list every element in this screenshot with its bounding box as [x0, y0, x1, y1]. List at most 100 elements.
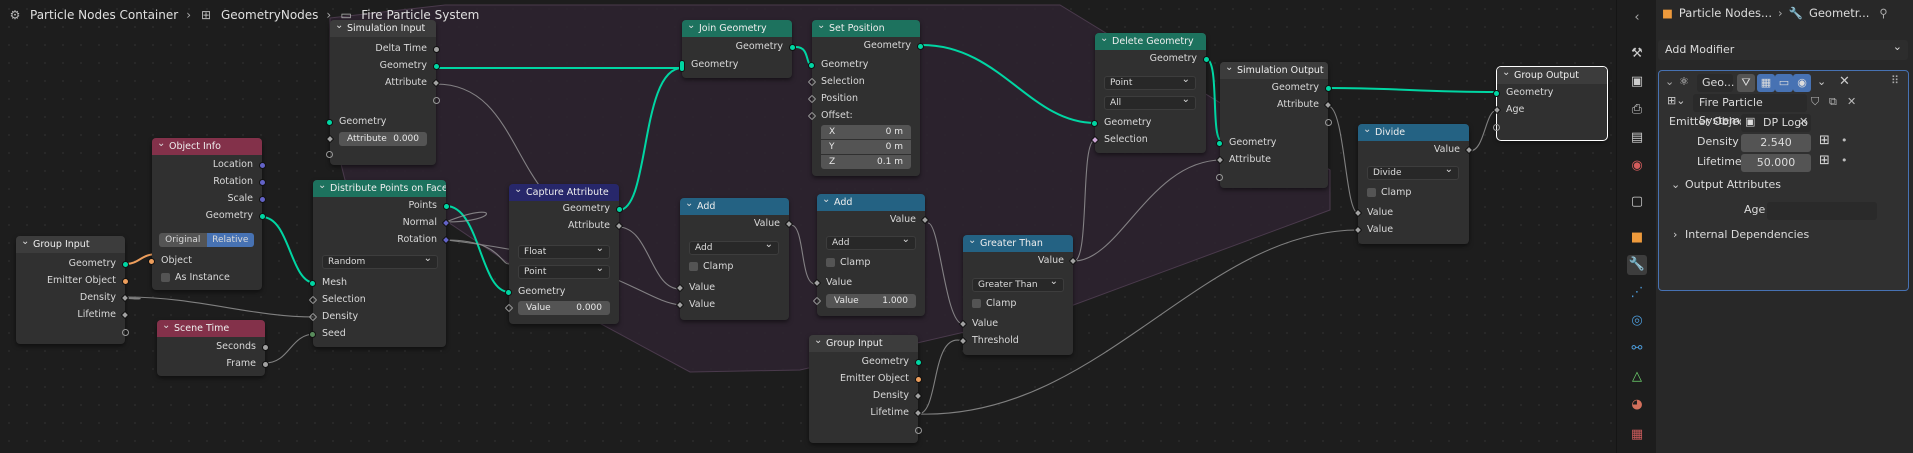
- clamp-checkbox[interactable]: Clamp: [689, 260, 733, 274]
- node-group-input[interactable]: Group Input Geometry Emitter Object Dens…: [16, 236, 130, 344]
- node-math-add-2[interactable]: Add Value Add Clamp Value Value 1.000: [812, 194, 930, 316]
- offset-z-field[interactable]: Z 0.1 m: [821, 155, 911, 169]
- node-delete-geometry[interactable]: Delete Geometry Geometry Point All Geome…: [1090, 33, 1210, 153]
- collection-tab-icon[interactable]: ▢: [1627, 192, 1647, 212]
- node-math-greater-than[interactable]: Greater Than Value Greater Than Clamp Va…: [958, 235, 1078, 355]
- tool-tab-icon[interactable]: ⚒: [1627, 44, 1647, 64]
- drag-handle-icon[interactable]: ⠿: [1891, 74, 1899, 87]
- node-set-position[interactable]: Set Position Geometry Geometry Selection…: [807, 20, 924, 176]
- fake-user-icon[interactable]: ⛉: [1811, 95, 1819, 109]
- particles-tab-icon[interactable]: ⋰: [1627, 283, 1647, 303]
- node-capture-attribute[interactable]: Capture Attribute Geometry Attribute Flo…: [504, 184, 624, 324]
- node-group-field[interactable]: Fire Particle System: [1693, 94, 1807, 127]
- modifier-tab-icon[interactable]: 🔧: [1627, 255, 1647, 275]
- clear-icon[interactable]: ✕: [1799, 115, 1808, 128]
- capture-value-field[interactable]: Value 0.000: [518, 301, 610, 315]
- output-socket[interactable]: [789, 44, 796, 51]
- output-socket[interactable]: [122, 261, 129, 268]
- node-math-divide[interactable]: Divide Value Divide Clamp Value Value: [1353, 124, 1474, 244]
- clamp-checkbox[interactable]: Clamp: [1367, 186, 1411, 200]
- clamp-checkbox[interactable]: Clamp: [826, 256, 870, 270]
- close-icon[interactable]: ✕: [1839, 74, 1850, 89]
- offset-y-field[interactable]: Y 0 m: [821, 140, 911, 154]
- scene-tab-icon[interactable]: ◉: [1627, 156, 1647, 176]
- domain-dropdown[interactable]: Point: [518, 263, 610, 279]
- node-simulation-output[interactable]: Simulation Output Geometry Attribute Geo…: [1215, 62, 1333, 188]
- output-socket[interactable]: [259, 179, 266, 186]
- attribute-field[interactable]: Attribute 0.000: [339, 132, 427, 146]
- input-socket[interactable]: [309, 331, 316, 338]
- breadcrumb-object[interactable]: Particle Nodes...: [1679, 6, 1772, 20]
- output-socket[interactable]: [262, 344, 269, 351]
- output-attributes-header[interactable]: Output Attributes: [1685, 178, 1781, 191]
- operation-dropdown[interactable]: Add: [689, 239, 779, 255]
- input-socket[interactable]: [148, 258, 155, 265]
- material-tab-icon[interactable]: ◕: [1627, 395, 1647, 415]
- chevron-down-icon[interactable]: ⌄: [1671, 178, 1680, 191]
- output-socket[interactable]: [433, 63, 440, 70]
- render-icon[interactable]: ◉: [1793, 74, 1811, 92]
- modifier-name-field[interactable]: Geo...: [1697, 74, 1734, 92]
- viewport-icon[interactable]: ▭: [1775, 74, 1793, 92]
- collapse-arrow-icon[interactable]: ‹: [1627, 8, 1647, 28]
- node-join-geometry[interactable]: Join Geometry Geometry Geometry: [679, 20, 796, 78]
- input-socket[interactable]: [808, 62, 815, 69]
- keyframe-dot-icon[interactable]: •: [1841, 154, 1848, 167]
- object-tab-icon[interactable]: ■: [1627, 228, 1647, 248]
- as-instance-checkbox[interactable]: As Instance: [161, 271, 230, 285]
- output-socket[interactable]: [122, 278, 129, 285]
- chevron-down-icon[interactable]: ⌄: [1665, 75, 1674, 88]
- output-socket[interactable]: [915, 427, 922, 434]
- internal-dependencies-header[interactable]: Internal Dependencies: [1685, 228, 1809, 241]
- operation-dropdown[interactable]: Divide: [1367, 164, 1459, 180]
- input-socket[interactable]: [309, 280, 316, 287]
- output-socket[interactable]: [262, 361, 269, 368]
- output-socket[interactable]: [1325, 119, 1332, 126]
- output-socket[interactable]: [259, 196, 266, 203]
- input-socket[interactable]: [1091, 120, 1098, 127]
- operation-dropdown[interactable]: Greater Than: [972, 276, 1064, 292]
- data-tab-icon[interactable]: △: [1627, 367, 1647, 387]
- unlink-icon[interactable]: ✕: [1847, 95, 1856, 108]
- edit-mode-icon[interactable]: ⛛: [1737, 74, 1755, 92]
- density-field[interactable]: 2.540: [1741, 134, 1811, 152]
- output-socket[interactable]: [122, 329, 129, 336]
- input-socket[interactable]: [1493, 90, 1500, 97]
- node-editor[interactable]: Simulation Input Delta Time Geometry Att…: [0, 0, 1616, 453]
- input-socket[interactable]: [1493, 124, 1500, 131]
- duplicate-icon[interactable]: ⧉: [1829, 95, 1837, 109]
- output-socket[interactable]: [1203, 56, 1210, 63]
- breadcrumb-item-tree[interactable]: GeometryNodes: [221, 8, 318, 22]
- dropdown-arrow-icon[interactable]: ⌄: [1817, 75, 1826, 88]
- keyframe-dot-icon[interactable]: •: [1841, 134, 1848, 147]
- attribute-toggle-icon[interactable]: ⊞: [1819, 153, 1830, 168]
- output-socket[interactable]: [259, 162, 266, 169]
- output-socket[interactable]: [259, 213, 266, 220]
- offset-x-field[interactable]: X 0 m: [821, 125, 911, 139]
- multi-input-socket[interactable]: [679, 60, 685, 72]
- input-socket[interactable]: [1216, 140, 1223, 147]
- chevron-right-icon[interactable]: ›: [1673, 228, 1677, 241]
- physics-tab-icon[interactable]: ◎: [1627, 311, 1647, 331]
- view-layer-tab-icon[interactable]: ▤: [1627, 128, 1647, 148]
- domain-dropdown[interactable]: Point: [1104, 74, 1196, 90]
- relative-option[interactable]: Relative: [206, 233, 254, 247]
- render-tab-icon[interactable]: ▣: [1627, 72, 1647, 92]
- output-socket[interactable]: [433, 97, 440, 104]
- mode-dropdown[interactable]: All: [1104, 94, 1196, 110]
- transform-space-toggle[interactable]: Original Relative: [159, 233, 254, 247]
- output-tab-icon[interactable]: ⎙: [1627, 100, 1647, 120]
- age-field[interactable]: [1767, 202, 1877, 220]
- add-modifier-button[interactable]: Add Modifier: [1658, 37, 1908, 60]
- constraints-tab-icon[interactable]: ⚯: [1627, 339, 1647, 359]
- input-socket[interactable]: [505, 289, 512, 296]
- input-socket[interactable]: [1216, 174, 1223, 181]
- node-group-output[interactable]: Group Output Geometry Age: [1492, 66, 1608, 141]
- clamp-checkbox[interactable]: Clamp: [972, 297, 1016, 311]
- attribute-toggle-icon[interactable]: ⊞: [1819, 133, 1830, 148]
- output-socket[interactable]: [915, 359, 922, 366]
- output-socket[interactable]: [616, 206, 623, 213]
- input-socket[interactable]: [326, 151, 333, 158]
- output-socket[interactable]: [443, 203, 450, 210]
- output-socket[interactable]: [1325, 85, 1332, 92]
